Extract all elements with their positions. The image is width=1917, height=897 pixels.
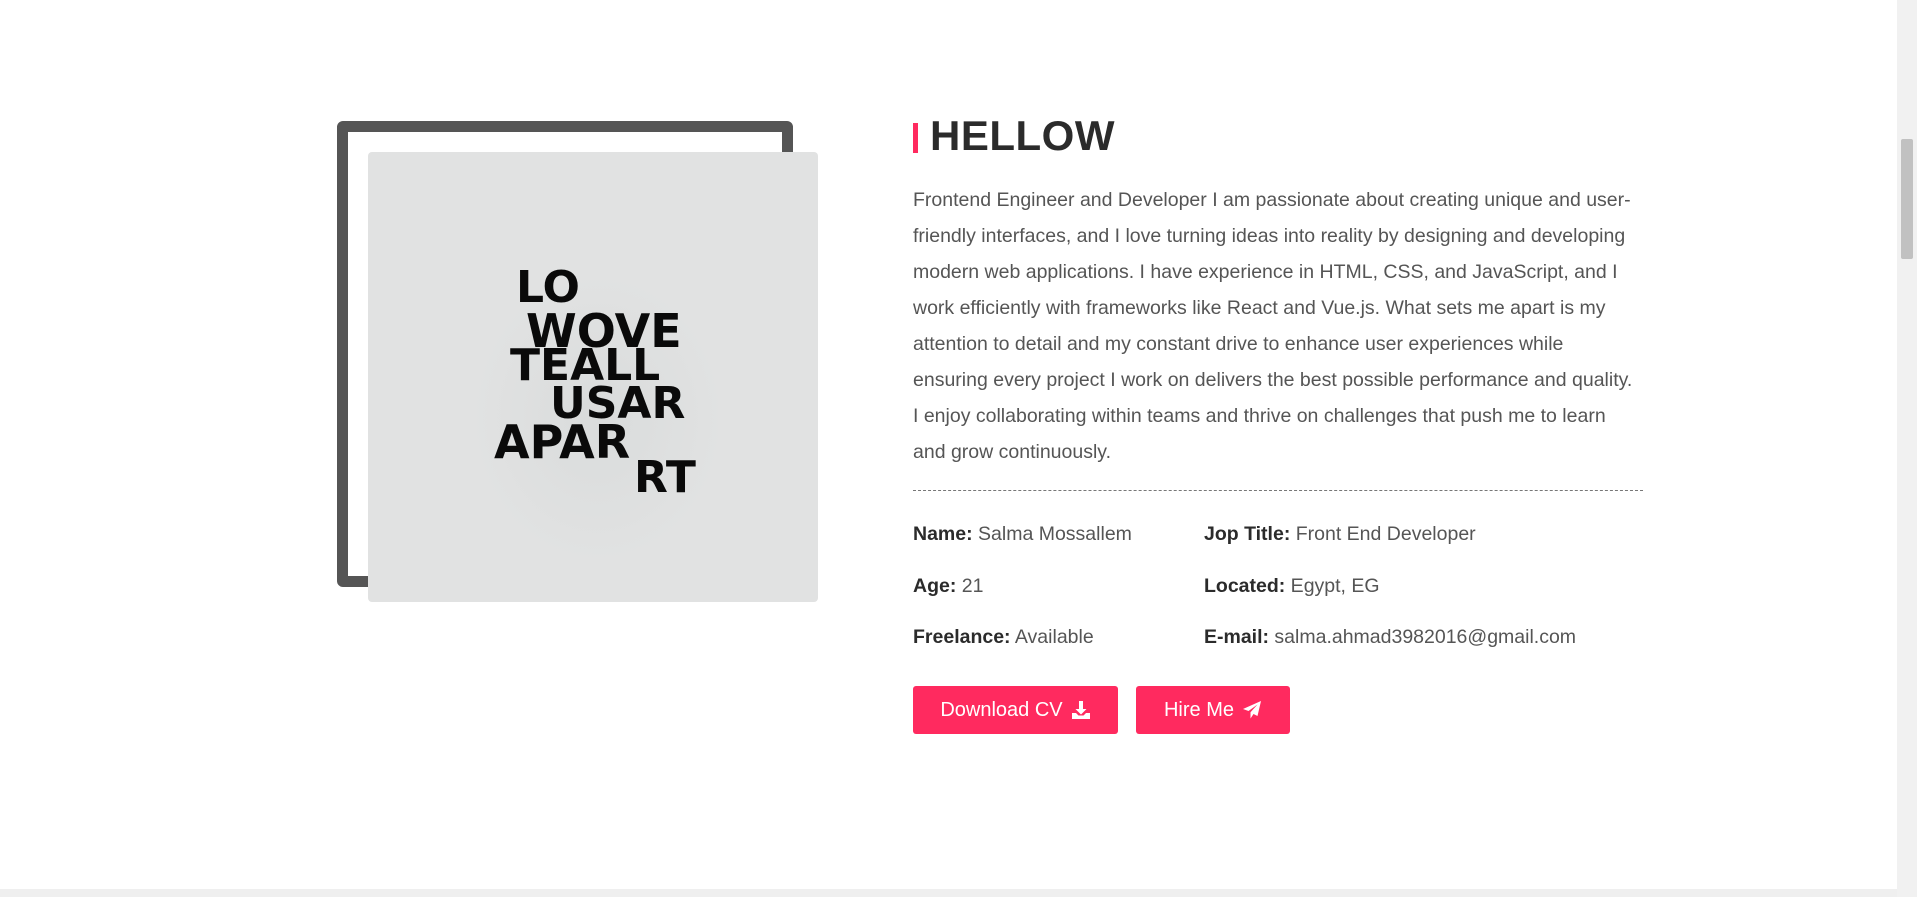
info-freelance-label: Freelance: (913, 626, 1011, 648)
hire-me-button[interactable]: Hire Me (1136, 686, 1290, 734)
info-name: Name: Salma Mossallem (913, 523, 1132, 546)
info-freelance-value: Available (1010, 626, 1094, 648)
typography-artwork: LO WOVE TEALL USAR APAR RT (458, 242, 738, 562)
artwork-word-5: APAR (494, 415, 630, 469)
info-located-label: Located: (1204, 575, 1286, 597)
info-job-label: Jop Title: (1204, 523, 1291, 545)
footer-edge (0, 889, 1897, 897)
profile-photo: LO WOVE TEALL USAR APAR RT (368, 152, 818, 602)
heading-accent-bar (913, 123, 918, 153)
info-located: Located: Egypt, EG (1204, 575, 1380, 598)
info-age-label: Age: (913, 575, 957, 597)
info-freelance: Freelance: Available (913, 626, 1094, 649)
info-email: E-mail: salma.ahmad3982016@gmail.com (1204, 626, 1576, 649)
personal-info: Name: Salma Mossallem Jop Title: Front E… (913, 509, 1643, 669)
hire-me-label: Hire Me (1163, 698, 1234, 721)
info-located-value: Egypt, EG (1285, 575, 1380, 597)
scrollbar[interactable] (1897, 0, 1917, 897)
about-heading: HELLOW (913, 108, 1643, 164)
info-email-value[interactable]: salma.ahmad3982016@gmail.com (1269, 626, 1576, 648)
download-icon (1071, 700, 1091, 720)
info-job-value: Front End Developer (1290, 523, 1476, 545)
info-age: Age: 21 (913, 575, 983, 598)
page-title: HELLOW (930, 112, 1115, 159)
info-email-label: E-mail: (1204, 626, 1270, 648)
download-cv-button[interactable]: Download CV (913, 686, 1118, 734)
artwork-word-6: RT (634, 452, 696, 503)
info-name-value: Salma Mossallem (972, 523, 1132, 545)
scrollbar-thumb[interactable] (1901, 139, 1913, 259)
divider (913, 490, 1643, 491)
paper-plane-icon (1242, 700, 1262, 720)
info-age-value: 21 (956, 575, 984, 597)
about-section: HELLOW Frontend Engineer and Developer I… (913, 108, 1643, 669)
download-cv-label: Download CV (940, 698, 1063, 721)
bio-paragraph: Frontend Engineer and Developer I am pas… (913, 189, 1633, 463)
info-job: Jop Title: Front End Developer (1204, 523, 1476, 546)
info-name-label: Name: (913, 523, 973, 545)
